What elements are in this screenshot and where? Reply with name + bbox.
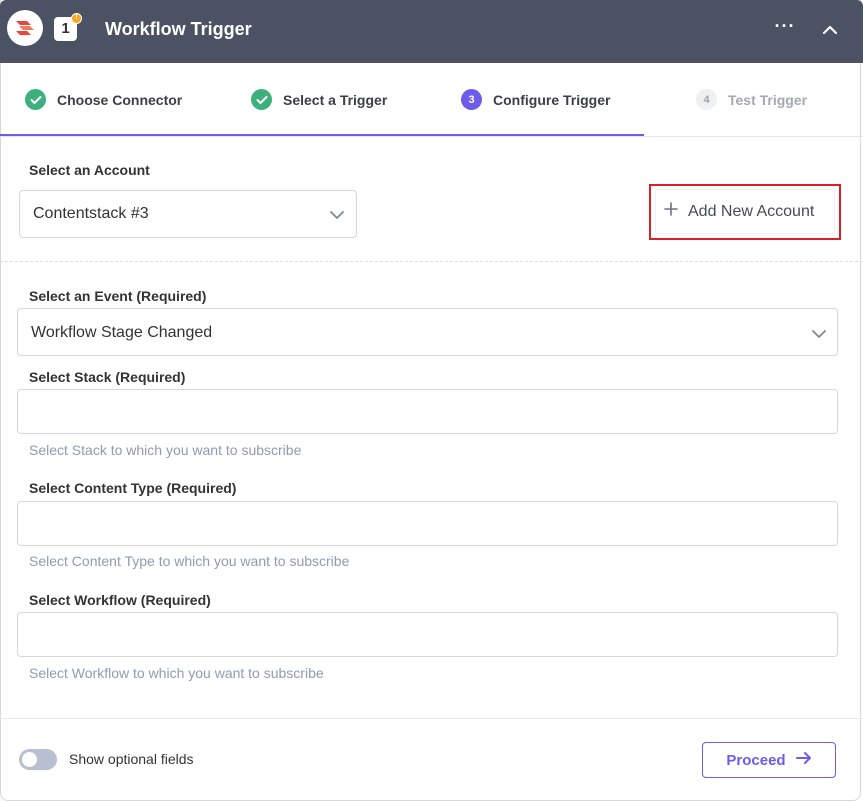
step-number-icon: 4 <box>696 89 717 110</box>
workflow-input[interactable] <box>17 612 838 657</box>
step-number-badge: 1 ! <box>54 13 82 41</box>
optional-fields-label: Show optional fields <box>69 751 194 767</box>
chevron-down-icon <box>329 208 345 226</box>
step-select-trigger[interactable]: Select a Trigger <box>251 63 387 136</box>
content-type-label: Select Content Type (Required) <box>29 480 237 496</box>
step-label: Select a Trigger <box>283 91 388 108</box>
panel-header: 1 ! Workflow Trigger ··· <box>0 0 863 63</box>
add-new-account-button[interactable]: Add New Account <box>655 189 835 234</box>
add-new-account-label: Add New Account <box>688 202 815 220</box>
step-test-trigger[interactable]: 4 Test Trigger <box>696 63 807 136</box>
chevron-up-icon[interactable] <box>818 18 842 42</box>
step-label: Test Trigger <box>728 91 808 108</box>
step-progress-bar <box>0 134 644 136</box>
toggle-knob <box>22 752 37 767</box>
check-circle-icon <box>25 89 46 110</box>
contentstack-logo-icon <box>7 10 43 46</box>
content-type-help-text: Select Content Type to which you want to… <box>29 553 350 569</box>
stack-label: Select Stack (Required) <box>29 369 186 385</box>
step-label: Configure Trigger <box>493 91 611 108</box>
step-label: Choose Connector <box>57 91 183 108</box>
event-label: Select an Event (Required) <box>29 288 207 304</box>
stepper: Choose Connector Select a Trigger 3 Conf… <box>0 63 863 137</box>
page-title: Workflow Trigger <box>105 19 252 39</box>
step-configure-trigger[interactable]: 3 Configure Trigger <box>461 63 610 136</box>
content-type-input[interactable] <box>17 501 838 546</box>
plus-icon <box>664 202 678 221</box>
section-divider <box>0 261 863 262</box>
chevron-down-icon <box>811 327 827 345</box>
account-select[interactable]: Contentstack #3 <box>19 190 357 238</box>
footer-divider <box>0 718 863 719</box>
stack-help-text: Select Stack to which you want to subscr… <box>29 442 302 458</box>
step-choose-connector[interactable]: Choose Connector <box>25 63 182 136</box>
proceed-button[interactable]: Proceed <box>702 742 836 778</box>
arrow-right-icon <box>795 751 812 770</box>
check-circle-icon <box>251 89 272 110</box>
stack-input[interactable] <box>17 389 838 434</box>
proceed-label: Proceed <box>726 751 786 769</box>
step-number-icon: 3 <box>461 89 482 110</box>
workflow-help-text: Select Workflow to which you want to sub… <box>29 665 324 681</box>
account-selected-value: Contentstack #3 <box>33 205 149 222</box>
more-horizontal-icon[interactable]: ··· <box>772 17 798 42</box>
notification-dot: ! <box>71 13 82 24</box>
optional-fields-toggle[interactable] <box>19 749 57 770</box>
event-selected-value: Workflow Stage Changed <box>31 324 213 341</box>
account-label: Select an Account <box>29 162 150 178</box>
event-select[interactable]: Workflow Stage Changed <box>17 308 838 356</box>
workflow-label: Select Workflow (Required) <box>29 592 211 608</box>
